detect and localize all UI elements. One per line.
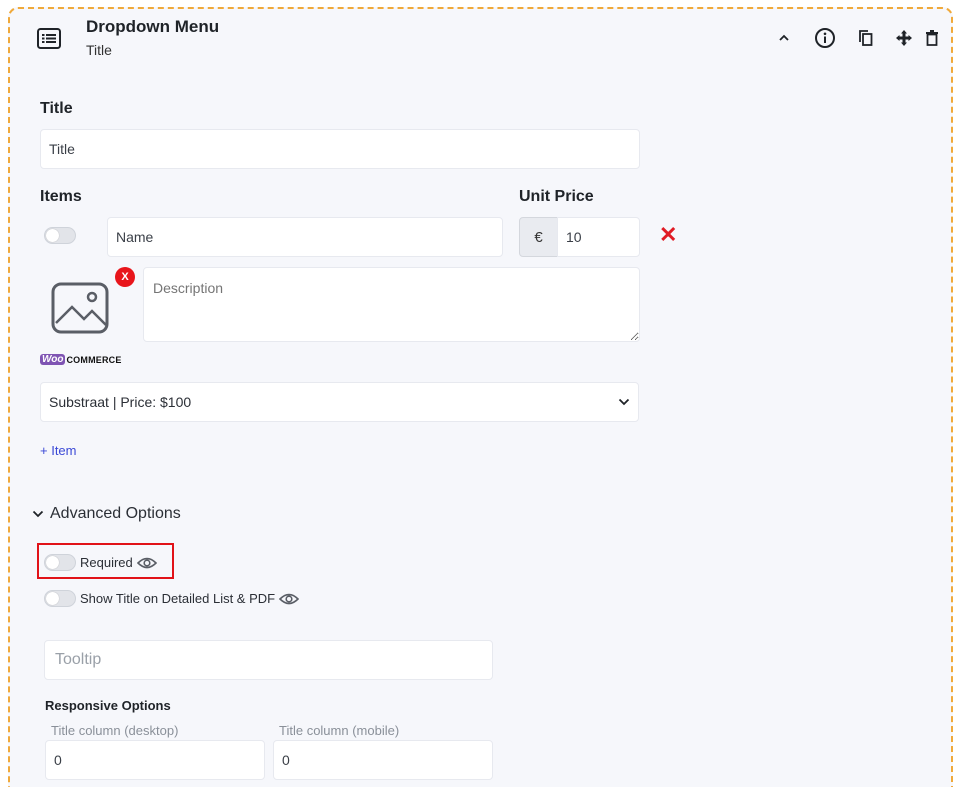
responsive-options-label: Responsive Options <box>45 698 171 713</box>
mobile-column-label: Title column (mobile) <box>279 723 400 738</box>
move-icon <box>896 30 912 46</box>
items-label: Items <box>40 188 82 205</box>
info-button[interactable] <box>814 27 836 49</box>
list-icon <box>36 27 62 51</box>
move-handle[interactable] <box>893 27 915 49</box>
required-toggle[interactable] <box>44 554 76 571</box>
product-select-value: Substraat | Price: $100 <box>49 394 192 410</box>
eye-icon[interactable] <box>136 556 157 570</box>
chevron-down-icon <box>618 398 630 406</box>
remove-image-button[interactable]: X <box>115 267 135 287</box>
woo-logo-text: COMMERCE <box>66 354 122 365</box>
chevron-up-icon <box>779 34 789 41</box>
required-label: Required <box>80 555 133 570</box>
collapse-button[interactable] <box>773 27 795 49</box>
title-input[interactable]: Title <box>40 129 640 169</box>
desktop-column-input[interactable]: 0 <box>45 740 265 780</box>
mobile-column-input[interactable]: 0 <box>273 740 493 780</box>
copy-icon <box>859 30 873 46</box>
trash-icon <box>926 30 938 46</box>
tooltip-input[interactable]: Tooltip <box>44 640 493 680</box>
show-title-option[interactable]: Show Title on Detailed List & PDF <box>44 590 300 607</box>
title-label: Title <box>40 100 73 117</box>
item-toggle[interactable] <box>44 227 76 244</box>
element-subtitle: Title <box>86 42 112 58</box>
chevron-down-icon <box>32 510 44 518</box>
unit-price-input[interactable]: 10 <box>557 217 640 257</box>
show-title-label: Show Title on Detailed List & PDF <box>80 591 276 606</box>
currency-addon: € <box>519 217 558 257</box>
required-option[interactable]: Required <box>44 554 157 571</box>
woocommerce-logo: Woo COMMERCE <box>40 354 122 365</box>
unit-price-label: Unit Price <box>519 188 594 205</box>
element-title: Dropdown Menu <box>86 17 220 36</box>
eye-icon[interactable] <box>279 592 300 606</box>
delete-element-button[interactable] <box>921 27 943 49</box>
desktop-column-label: Title column (desktop) <box>51 723 179 738</box>
item-description-input[interactable] <box>143 267 640 342</box>
info-icon <box>815 28 835 48</box>
delete-item-button[interactable]: ✕ <box>659 224 677 246</box>
add-item-button[interactable]: + Item <box>40 443 77 458</box>
item-name-input[interactable]: Name <box>107 217 503 257</box>
advanced-options-label: Advanced Options <box>50 505 181 522</box>
woo-logo-mark: Woo <box>40 354 66 365</box>
duplicate-button[interactable] <box>855 27 877 49</box>
image-placeholder-icon[interactable] <box>50 281 110 335</box>
show-title-toggle[interactable] <box>44 590 76 607</box>
advanced-options-toggle[interactable]: Advanced Options <box>32 505 181 523</box>
product-select[interactable]: Substraat | Price: $100 <box>40 382 639 422</box>
